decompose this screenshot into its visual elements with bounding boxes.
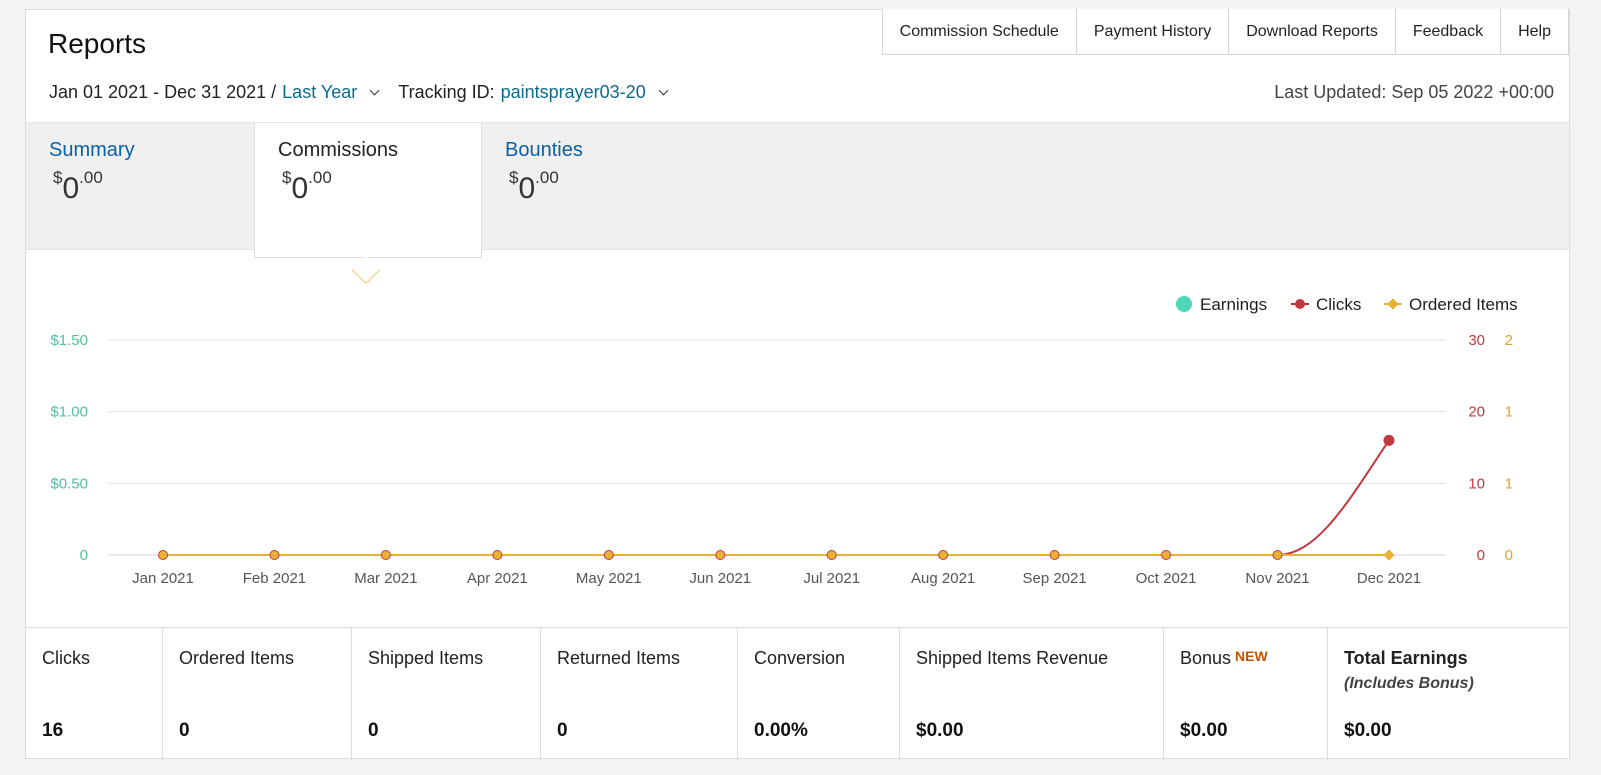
clicks-legend-icon: [1295, 299, 1305, 309]
y-left-tick-label: $1.50: [50, 332, 88, 349]
stat-shipped-items-revenue: Shipped Items Revenue $0.00: [900, 628, 1164, 760]
stat-value: $0.00: [916, 720, 964, 741]
report-chart: 0 0 0 $0.50 10 1 $1.00 20 1 $1.50 30 2 Jan 2021 Feb 2…: [50, 295, 1518, 587]
stat-sublabel: (Includes Bonus): [1344, 675, 1474, 692]
x-tick-label: Apr 2021: [467, 570, 528, 587]
x-tick-label: Jan 2021: [132, 570, 194, 587]
ordered-items-point: [493, 551, 502, 559]
tab-label: Bounties: [505, 139, 583, 161]
clicks-series-line: [163, 439, 1390, 556]
payment-history-button[interactable]: Payment History: [1076, 9, 1230, 54]
stat-label: Conversion: [754, 648, 846, 668]
x-tick-label: Mar 2021: [354, 570, 417, 587]
date-range-dropdown[interactable]: Last Year: [282, 82, 357, 103]
y-left-tick-label: $0.50: [50, 475, 88, 492]
stat-value: 16: [42, 720, 64, 741]
tracking-id-label: Tracking ID:: [398, 82, 495, 102]
ordered-items-legend-icon: [1387, 298, 1399, 310]
y-left-tick-label: 0: [80, 547, 88, 564]
legend-label: Ordered Items: [1409, 295, 1518, 314]
x-tick-label: Jun 2021: [689, 570, 751, 587]
tab-amount: $0.00: [282, 168, 332, 205]
y-right-clicks-tick-label: 0: [1477, 547, 1485, 564]
x-tick-label: Oct 2021: [1136, 570, 1197, 587]
ordered-items-point: [381, 551, 390, 559]
report-tabs: Summary $0.00 Commissions $0.00 Bounties…: [26, 122, 1569, 258]
page-title: Reports: [48, 28, 147, 59]
commission-schedule-button[interactable]: Commission Schedule: [882, 9, 1077, 54]
top-nav: Commission Schedule Payment History Down…: [881, 9, 1569, 55]
y-right-clicks-tick-label: 30: [1468, 332, 1485, 349]
ordered-items-point: [827, 551, 836, 559]
stat-label: Clicks: [42, 648, 90, 668]
tab-amount: $0.00: [509, 168, 559, 205]
last-updated: Last Updated: Sep 05 2022 +00:00: [1274, 82, 1554, 102]
stat-value: 0: [368, 720, 379, 741]
chevron-down-icon[interactable]: [658, 85, 669, 96]
chevron-down-icon[interactable]: [369, 85, 380, 96]
filter-bar: Jan 01 2021 - Dec 31 2021 / Last Year Tr…: [49, 82, 679, 103]
earnings-legend-icon: [1176, 296, 1192, 312]
ordered-items-point: [159, 551, 167, 559]
stat-value: $0.00: [1180, 720, 1228, 741]
y-right-items-tick-label: 2: [1505, 332, 1513, 349]
ordered-items-point: [1383, 549, 1395, 561]
x-tick-label: Feb 2021: [243, 570, 306, 587]
feedback-button[interactable]: Feedback: [1395, 9, 1502, 54]
ordered-items-point: [1273, 551, 1282, 559]
stat-shipped-items: Shipped Items 0: [352, 628, 541, 760]
clicks-point: [1383, 434, 1395, 446]
tracking-id-dropdown[interactable]: paintsprayer03-20: [501, 82, 646, 103]
stats-row: Clicks 16 Ordered Items 0 Shipped Items …: [26, 627, 1569, 760]
tab-summary[interactable]: Summary $0.00: [26, 123, 254, 251]
ordered-items-point: [604, 551, 613, 559]
stat-conversion: Conversion 0.00%: [738, 628, 900, 760]
y-left-tick-label: $1.00: [50, 404, 88, 421]
stat-label: Ordered Items: [179, 648, 295, 668]
x-tick-label: May 2021: [576, 570, 642, 587]
stat-clicks: Clicks 16: [26, 628, 163, 760]
x-tick-label: Dec 2021: [1357, 570, 1421, 587]
x-tick-label: Sep 2021: [1022, 570, 1086, 587]
stat-bonus: Bonus NEW $0.00: [1164, 628, 1328, 760]
y-right-clicks-tick-label: 10: [1468, 475, 1485, 492]
stat-label: Returned Items: [557, 648, 681, 668]
tab-label: Summary: [49, 139, 135, 161]
legend-label: Clicks: [1316, 295, 1361, 314]
y-right-clicks-tick-label: 20: [1468, 404, 1485, 421]
ordered-items-point: [270, 551, 279, 559]
help-button[interactable]: Help: [1501, 9, 1569, 54]
download-reports-button[interactable]: Download Reports: [1229, 9, 1396, 54]
x-tick-label: Jul 2021: [803, 570, 860, 587]
stat-label: Bonus NEW: [1180, 648, 1268, 668]
stat-label: Total Earnings: [1344, 648, 1468, 668]
ordered-items-point: [716, 551, 725, 559]
y-right-items-tick-label: 1: [1505, 475, 1513, 492]
stat-ordered-items: Ordered Items 0: [163, 628, 352, 760]
legend-label: Earnings: [1200, 295, 1267, 314]
stat-value: $0.00: [1344, 720, 1392, 741]
date-range-text: Jan 01 2021 - Dec 31 2021 /: [49, 82, 277, 102]
y-right-items-tick-label: 1: [1505, 404, 1513, 421]
tab-bounties[interactable]: Bounties $0.00: [482, 123, 710, 251]
stat-value: 0: [179, 720, 190, 741]
x-tick-label: Nov 2021: [1245, 570, 1309, 587]
ordered-items-point: [1050, 551, 1059, 559]
reports-panel: Reports Commission Schedule Payment Hist…: [25, 9, 1570, 760]
x-tick-label: Aug 2021: [911, 570, 975, 587]
ordered-items-point: [939, 551, 948, 559]
stat-value: 0: [557, 720, 568, 741]
stat-returned-items: Returned Items 0: [541, 628, 738, 760]
stat-value: 0.00%: [754, 720, 808, 741]
stat-label: Shipped Items: [368, 648, 484, 668]
tab-commissions[interactable]: Commissions $0.00: [254, 123, 482, 258]
ordered-items-point: [1162, 551, 1171, 559]
y-right-items-tick-label: 0: [1505, 547, 1513, 564]
tab-label: Commissions: [278, 139, 399, 161]
stat-total-earnings: Total Earnings (Includes Bonus) $0.00: [1328, 628, 1569, 760]
stat-label: Shipped Items Revenue: [916, 648, 1109, 668]
tab-amount: $0.00: [53, 168, 103, 205]
new-badge: NEW: [1235, 648, 1268, 664]
